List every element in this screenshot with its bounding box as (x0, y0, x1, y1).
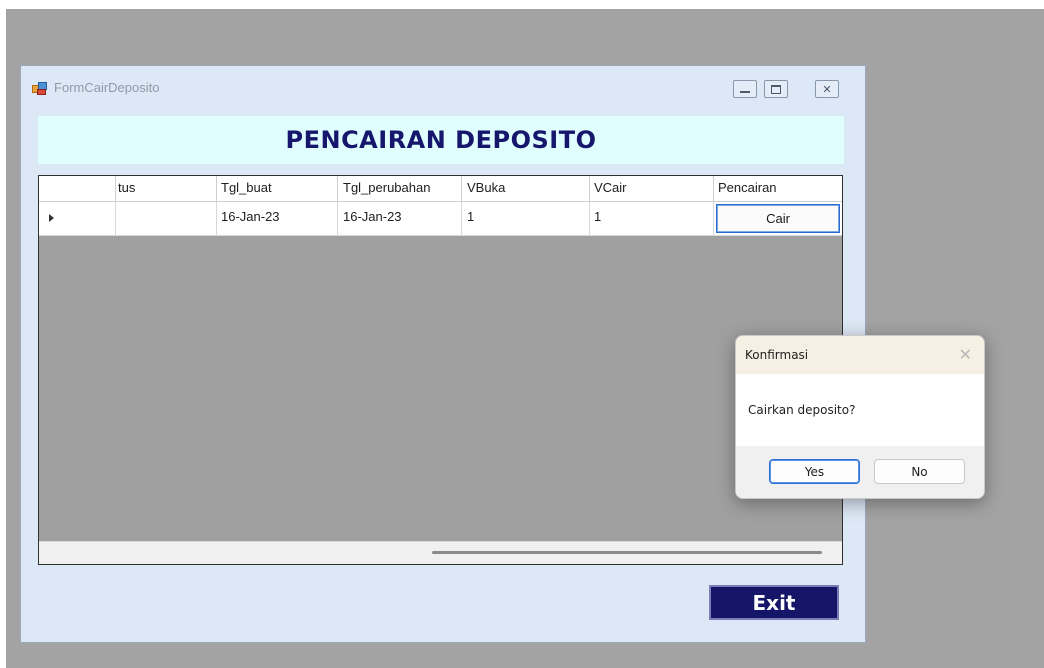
cair-button[interactable]: Cair (716, 204, 840, 233)
column-header-vcair[interactable]: VCair (590, 176, 714, 202)
yes-button[interactable]: Yes (769, 459, 860, 484)
table-row[interactable]: 16-Jan-23 16-Jan-23 1 1 Cair (39, 202, 842, 236)
scrollbar-thumb[interactable] (432, 551, 822, 554)
column-header-tgl-buat[interactable]: Tgl_buat (217, 176, 338, 202)
row-selector-arrow-icon (49, 214, 54, 222)
horizontal-scrollbar[interactable] (39, 541, 842, 564)
column-header-vbuka[interactable]: VBuka (462, 176, 590, 202)
app-icon (32, 82, 48, 96)
exit-button[interactable]: Exit (709, 585, 839, 620)
column-header-tgl-perubahan[interactable]: Tgl_perubahan (338, 176, 462, 202)
cell-vbuka[interactable]: 1 (462, 202, 590, 236)
window-title: FormCairDeposito (54, 80, 160, 95)
minimize-icon[interactable] (733, 80, 757, 98)
data-grid[interactable]: tus Tgl_buat Tgl_perubahan VBuka VCair P… (38, 175, 843, 565)
row-header[interactable] (39, 202, 116, 236)
dialog-close-icon[interactable]: ✕ (959, 345, 972, 365)
cell-status[interactable] (116, 202, 217, 236)
maximize-icon[interactable] (764, 80, 788, 98)
title-bar[interactable]: FormCairDeposito ✕ (21, 66, 865, 110)
cell-vcair[interactable]: 1 (590, 202, 714, 236)
confirmation-dialog: Konfirmasi ✕ Cairkan deposito? Yes No (735, 335, 985, 499)
close-icon[interactable]: ✕ (815, 80, 839, 98)
dialog-message: Cairkan deposito? (748, 403, 856, 417)
column-header-rowheader (39, 176, 116, 202)
cell-pencairan: Cair (714, 202, 842, 236)
page-title: PENCAIRAN DEPOSITO (285, 126, 597, 154)
dialog-title: Konfirmasi (745, 348, 809, 362)
dialog-title-bar[interactable]: Konfirmasi ✕ (736, 336, 984, 374)
header-banner: PENCAIRAN DEPOSITO (38, 116, 844, 164)
cell-tgl-perubahan[interactable]: 16-Jan-23 (338, 202, 462, 236)
no-button[interactable]: No (874, 459, 965, 484)
cell-tgl-buat[interactable]: 16-Jan-23 (217, 202, 338, 236)
grid-header-row: tus Tgl_buat Tgl_perubahan VBuka VCair P… (39, 176, 842, 202)
column-header-pencairan[interactable]: Pencairan (714, 176, 842, 202)
dialog-footer: Yes No (736, 446, 984, 498)
column-header-status[interactable]: tus (116, 176, 217, 202)
